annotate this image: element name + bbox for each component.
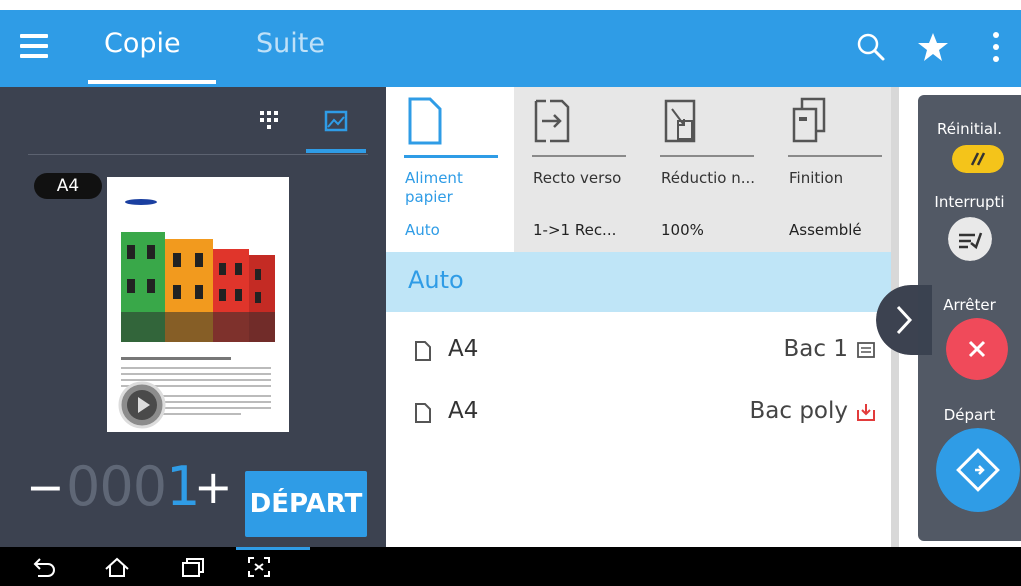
document-icon <box>415 341 431 361</box>
function-duplex[interactable]: Recto verso 1->1 Rec... <box>514 87 642 252</box>
decrease-quantity-button[interactable]: − <box>26 457 65 517</box>
function-underline <box>532 155 626 157</box>
paper-option-auto[interactable]: Auto <box>386 252 896 312</box>
function-reduction[interactable]: Réductio n... 100% <box>642 87 770 252</box>
depart-button[interactable]: DÉPART <box>245 471 367 537</box>
function-label: Recto verso <box>533 169 622 187</box>
increase-quantity-button[interactable]: + <box>194 457 233 517</box>
paper-option-label: Auto <box>408 266 464 294</box>
paper-size-label: A4 <box>448 336 479 362</box>
function-underline <box>404 155 498 158</box>
recent-apps-icon[interactable] <box>180 555 206 579</box>
menu-icon[interactable] <box>20 34 48 62</box>
preview-panel: A4 − 0001 + DÉPART <box>0 87 386 547</box>
image-view-icon[interactable] <box>306 97 366 147</box>
start-button[interactable] <box>936 428 1020 512</box>
tray-label: Bac poly <box>749 398 848 424</box>
interrupt-label: Interrupti <box>934 193 1005 211</box>
quantity-leading-digits: 000 <box>66 455 167 518</box>
reset-button[interactable] <box>952 145 1004 173</box>
copy-app-screen: Copie Suite A4 − 0001 + DÉPART Aliment p… <box>0 0 1021 586</box>
view-divider <box>28 154 368 155</box>
finishing-icon <box>792 97 826 143</box>
search-icon[interactable] <box>854 30 888 64</box>
grid-view-icon[interactable] <box>258 109 280 131</box>
reduce-icon <box>664 99 696 143</box>
function-panel: Aliment papier Auto Recto verso 1->1 Rec… <box>386 87 896 547</box>
play-preview-button[interactable] <box>117 380 167 430</box>
tray-icon <box>857 342 875 358</box>
function-paper-supply[interactable]: Aliment papier Auto <box>386 87 514 252</box>
paper-size-badge: A4 <box>34 173 102 199</box>
stop-label: Arrêter <box>943 296 996 314</box>
star-icon[interactable] <box>916 30 950 64</box>
document-icon <box>415 403 431 423</box>
function-value: Assemblé <box>789 221 862 239</box>
active-view-indicator <box>306 149 366 153</box>
function-underline <box>660 155 754 157</box>
home-icon[interactable] <box>104 555 130 579</box>
tab-copie[interactable]: Copie <box>104 28 181 59</box>
bypass-tray-icon <box>857 404 875 421</box>
stop-button[interactable] <box>946 318 1008 380</box>
tab-suite[interactable]: Suite <box>256 28 325 59</box>
interrupt-button[interactable] <box>948 217 992 261</box>
top-bar: Copie Suite <box>0 10 1021 87</box>
paper-size-label: A4 <box>448 398 479 424</box>
kebab-icon[interactable] <box>990 30 1002 64</box>
function-label: Finition <box>789 169 844 187</box>
system-navigation-bar <box>0 547 1021 586</box>
function-value: Auto <box>405 221 440 239</box>
nav-active-indicator <box>236 547 310 550</box>
status-strip <box>0 0 1021 10</box>
paper-icon <box>408 97 442 145</box>
function-underline <box>788 155 882 157</box>
screen-capture-icon[interactable] <box>246 555 272 579</box>
function-value: 100% <box>661 221 704 239</box>
function-tabs: Aliment papier Auto Recto verso 1->1 Rec… <box>386 87 896 252</box>
function-finishing[interactable]: Finition Assemblé <box>770 87 898 252</box>
function-label: Aliment papier <box>405 169 463 206</box>
duplex-icon <box>534 99 570 143</box>
tray-label: Bac 1 <box>783 336 848 362</box>
paper-option-tray1[interactable]: A4 Bac 1 <box>386 320 896 382</box>
function-label: Réductio n... <box>661 169 756 187</box>
reset-label: Réinitial. <box>937 120 1002 138</box>
active-tab-indicator <box>88 80 216 84</box>
start-label: Départ <box>943 406 996 424</box>
copy-quantity-input[interactable]: 0001 <box>66 455 200 518</box>
back-icon[interactable] <box>32 555 58 579</box>
function-value: 1->1 Rec... <box>533 221 617 239</box>
paper-option-bypass[interactable]: A4 Bac poly <box>386 382 896 444</box>
